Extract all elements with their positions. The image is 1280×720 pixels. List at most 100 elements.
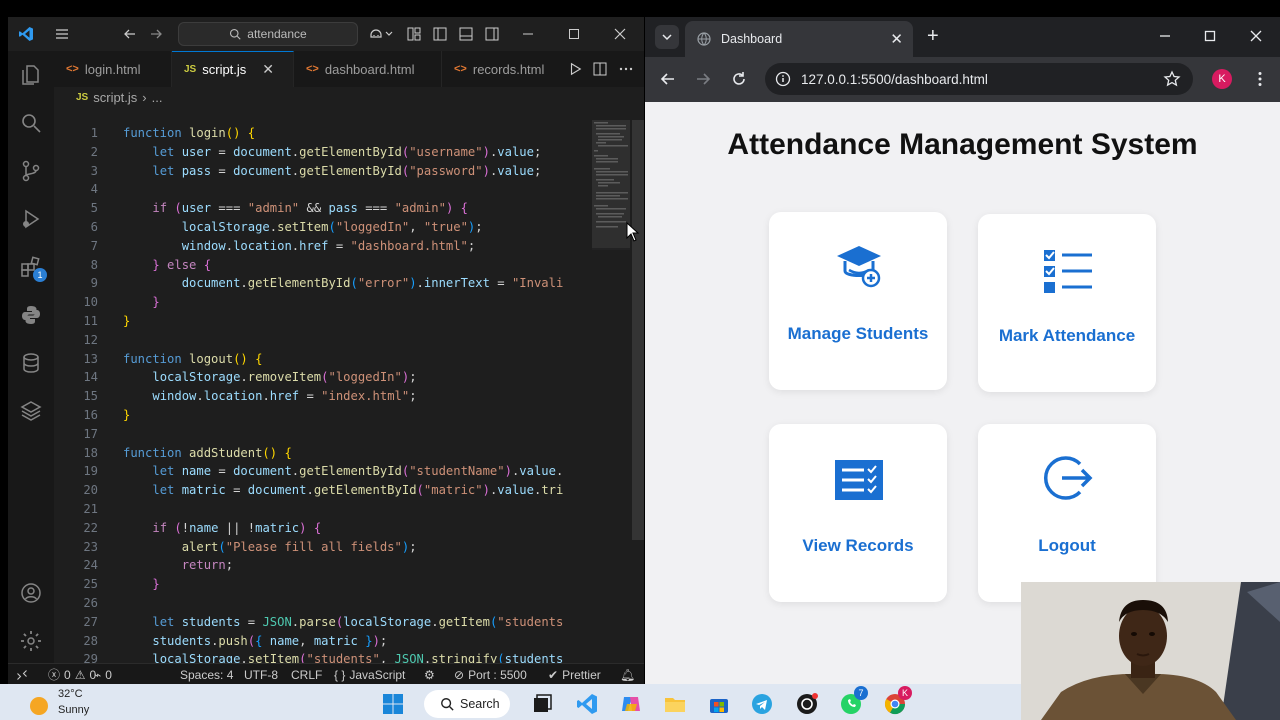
- remote-indicator[interactable]: [16, 664, 28, 684]
- code-line[interactable]: 25 }: [54, 575, 584, 594]
- source-control-icon[interactable]: [19, 159, 43, 183]
- code-line[interactable]: 14 localStorage.removeItem("loggedIn");: [54, 368, 584, 387]
- tab-login-html[interactable]: <> login.html: [54, 51, 172, 87]
- code-line[interactable]: 19 let name = document.getElementById("s…: [54, 462, 584, 481]
- profile-avatar[interactable]: K: [1212, 69, 1232, 89]
- code-line[interactable]: 3 let pass = document.getElementById("pa…: [54, 162, 584, 181]
- forward-arrow-icon[interactable]: [148, 26, 164, 42]
- bookmark-star-icon[interactable]: [1163, 70, 1181, 88]
- search-icon[interactable]: [19, 111, 43, 135]
- telegram-icon[interactable]: [751, 693, 773, 715]
- code-line[interactable]: 24 return;: [54, 556, 584, 575]
- code-line[interactable]: 27 let students = JSON.parse(localStorag…: [54, 613, 584, 632]
- code-line[interactable]: 13 function logout() {: [54, 350, 584, 369]
- code-line[interactable]: 9 document.getElementById("error").inner…: [54, 274, 584, 293]
- code-line[interactable]: 17: [54, 425, 584, 444]
- forward-arrow-icon[interactable]: [694, 70, 712, 88]
- code-line[interactable]: 8 } else {: [54, 256, 584, 275]
- code-line[interactable]: 5 if (user === "admin" && pass === "admi…: [54, 199, 584, 218]
- hamburger-menu-icon[interactable]: [54, 26, 70, 42]
- maximize-icon[interactable]: [1202, 28, 1218, 44]
- code-line[interactable]: 6 localStorage.setItem("loggedIn", "true…: [54, 218, 584, 237]
- tab-script-js[interactable]: JS script.js ✕: [172, 51, 294, 87]
- taskbar-search[interactable]: Search: [424, 690, 510, 718]
- code-line[interactable]: 1 function login() {: [54, 124, 584, 143]
- tab-dashboard-html[interactable]: <> dashboard.html: [294, 51, 442, 87]
- python-icon[interactable]: [19, 303, 43, 327]
- live-server-port[interactable]: ⊘ Port : 5500: [454, 664, 527, 684]
- minimap[interactable]: [592, 120, 630, 250]
- tab-close-icon[interactable]: ✕: [890, 30, 903, 48]
- new-tab-plus-icon[interactable]: +: [927, 26, 939, 46]
- code-line[interactable]: 15 window.location.href = "index.html";: [54, 387, 584, 406]
- tab-records-html[interactable]: <> records.html: [442, 51, 582, 87]
- logout-card[interactable]: Logout: [978, 424, 1156, 602]
- language-mode[interactable]: { } JavaScript: [334, 664, 405, 684]
- chrome-taskbar-icon[interactable]: K: [884, 686, 912, 715]
- code-editor[interactable]: 1 function login() {2 let user = document…: [54, 124, 584, 672]
- prettier-indicator[interactable]: ✔ Prettier: [548, 664, 601, 684]
- vertical-scrollbar[interactable]: [632, 120, 644, 540]
- account-icon[interactable]: [19, 581, 43, 605]
- microsoft-store-icon[interactable]: [708, 693, 730, 715]
- extensions-icon[interactable]: 1: [19, 255, 47, 282]
- indentation-indicator[interactable]: Spaces: 4: [180, 664, 233, 684]
- reload-icon[interactable]: [730, 70, 748, 88]
- encoding-indicator[interactable]: UTF-8: [244, 664, 278, 684]
- toggle-panel-icon[interactable]: [458, 26, 474, 42]
- back-arrow-icon[interactable]: [122, 26, 138, 42]
- close-icon[interactable]: [612, 26, 628, 42]
- notifications-bell-icon[interactable]: 🔔︎: [620, 664, 635, 684]
- code-line[interactable]: 28 students.push({ name, matric });: [54, 632, 584, 651]
- code-line[interactable]: 23 alert("Please fill all fields");: [54, 538, 584, 557]
- minimize-icon[interactable]: [1157, 28, 1173, 44]
- code-line[interactable]: 11}: [54, 312, 584, 331]
- code-line[interactable]: 4: [54, 180, 584, 199]
- eol-indicator[interactable]: CRLF: [291, 664, 322, 684]
- problems-indicator[interactable]: ⓧ 0 ⚠ 0: [48, 664, 96, 684]
- code-line[interactable]: 22 if (!name || !matric) {: [54, 519, 584, 538]
- back-arrow-icon[interactable]: [659, 70, 677, 88]
- tab-close-icon[interactable]: ✕: [262, 61, 274, 78]
- code-line[interactable]: 20 let matric = document.getElementById(…: [54, 481, 584, 500]
- database-icon[interactable]: [19, 351, 43, 375]
- code-line[interactable]: 10 }: [54, 293, 584, 312]
- customize-layout-icon[interactable]: [406, 26, 422, 42]
- split-editor-icon[interactable]: [592, 61, 608, 77]
- code-line[interactable]: 7 window.location.href = "dashboard.html…: [54, 237, 584, 256]
- more-actions-icon[interactable]: [618, 61, 634, 77]
- weather-widget[interactable]: 32°C Sunny: [30, 686, 89, 718]
- file-explorer-icon[interactable]: [664, 693, 686, 715]
- toggle-secondary-sidebar-icon[interactable]: [484, 26, 500, 42]
- settings-gear-icon[interactable]: [19, 629, 43, 653]
- browser-tab-dashboard[interactable]: Dashboard ✕: [685, 21, 913, 57]
- whatsapp-icon[interactable]: 7: [840, 686, 868, 715]
- run-debug-icon[interactable]: [19, 207, 43, 231]
- layers-icon[interactable]: [19, 399, 43, 423]
- tab-search-button[interactable]: [655, 25, 679, 49]
- address-bar[interactable]: 127.0.0.1:5500/dashboard.html: [765, 63, 1193, 95]
- site-info-icon[interactable]: [775, 71, 791, 87]
- copilot-taskbar-icon[interactable]: [620, 693, 642, 715]
- windows-start-icon[interactable]: [382, 693, 404, 715]
- copilot-status-icon[interactable]: ⚙: [424, 664, 435, 684]
- toggle-sidebar-icon[interactable]: [432, 26, 448, 42]
- chevron-down-icon[interactable]: [384, 26, 394, 42]
- maximize-icon[interactable]: [566, 26, 582, 42]
- code-line[interactable]: 21: [54, 500, 584, 519]
- code-line[interactable]: 2 let user = document.getElementById("us…: [54, 143, 584, 162]
- breadcrumb-rest[interactable]: ...: [152, 90, 163, 105]
- run-file-icon[interactable]: [568, 62, 582, 76]
- task-view-icon[interactable]: [531, 693, 553, 715]
- code-line[interactable]: 12: [54, 331, 584, 350]
- close-icon[interactable]: [1248, 28, 1264, 44]
- ports-indicator[interactable]: ⌁ 0: [94, 664, 112, 684]
- minimize-icon[interactable]: [520, 26, 536, 42]
- vscode-taskbar-icon[interactable]: [576, 693, 598, 715]
- code-line[interactable]: 26: [54, 594, 584, 613]
- breadcrumb-file[interactable]: script.js: [93, 90, 137, 105]
- code-line[interactable]: 16}: [54, 406, 584, 425]
- more-menu-icon[interactable]: [1251, 70, 1269, 88]
- code-line[interactable]: 18 function addStudent() {: [54, 444, 584, 463]
- copilot-icon[interactable]: [368, 26, 384, 42]
